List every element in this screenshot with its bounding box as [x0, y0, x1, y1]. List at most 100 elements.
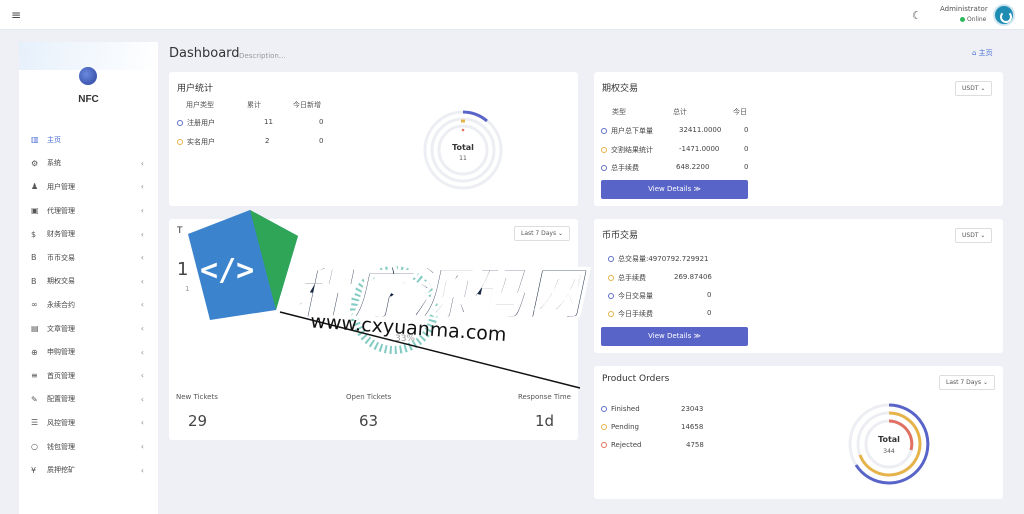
list-item: 总手续费 — [608, 273, 646, 283]
row-today: 0 — [744, 126, 749, 134]
tickets-progress-ring: 33% — [350, 266, 438, 354]
chevron-left-icon: ‹ — [140, 442, 144, 452]
list-item-value: 269.87406 — [674, 273, 712, 281]
row-type: 总手续费 — [611, 164, 639, 172]
row-today: 0 — [744, 163, 749, 171]
sidebar-item[interactable]: ∞ 永续合约 ‹ — [19, 293, 158, 317]
sidebar-item[interactable]: ▥ 主页 — [19, 128, 158, 152]
avatar[interactable] — [993, 4, 1015, 26]
new-tickets-label: New Tickets — [176, 393, 218, 401]
currency-select[interactable]: USDT ⌄ — [955, 228, 993, 243]
sidebar-item[interactable]: ¥ 质押挖矿 ‹ — [19, 458, 158, 482]
chevron-left-icon: ‹ — [140, 347, 144, 357]
row-total: -1471.0000 — [679, 145, 720, 153]
tickets-title: T — [177, 226, 183, 236]
chevron-left-icon: ‹ — [140, 229, 144, 239]
sidebar-item[interactable]: ≡ 首页管理 ‹ — [19, 364, 158, 388]
keyboard-icon: ▤ — [31, 324, 39, 334]
list-item-value: 4758 — [686, 441, 704, 449]
orders-total-donut: Total 344 — [848, 403, 930, 485]
sidebar-item-label: 主页 — [47, 135, 61, 144]
row-type: 注册用户 — [187, 119, 215, 127]
col-header-type: 用户类型 — [186, 101, 214, 109]
sidebar-item-label: 首页管理 — [47, 371, 75, 380]
row-total: 11 — [264, 118, 273, 126]
list-item-value: 0 — [707, 309, 712, 317]
options-view-details-button[interactable]: View Details ≫ — [601, 180, 748, 199]
spot-view-details-button[interactable]: View Details ≫ — [601, 327, 748, 346]
response-time-value: 1d — [535, 412, 555, 430]
list-item-label: Rejected — [611, 441, 642, 449]
currency-select-value: USDT — [962, 85, 979, 92]
chevron-left-icon: ‹ — [140, 300, 144, 310]
response-time-label: Response Time — [518, 393, 571, 401]
sidebar-item[interactable]: ○ 钱包管理 ‹ — [19, 435, 158, 459]
sidebar-item[interactable]: ⚙ 系统 ‹ — [19, 152, 158, 176]
sidebar-item[interactable]: ✎ 配置管理 ‹ — [19, 388, 158, 412]
series-marker-icon — [601, 165, 607, 171]
breadcrumb[interactable]: ⌂ 主页 — [972, 48, 993, 58]
row-today: 0 — [319, 137, 324, 145]
series-marker-icon — [608, 311, 614, 317]
series-marker-icon — [601, 128, 607, 134]
user-icon: ♟ — [31, 182, 39, 192]
sidebar-item[interactable]: B 期权交易 ‹ — [19, 270, 158, 294]
open-tickets-label: Open Tickets — [346, 393, 392, 401]
col-header-total: 总计 — [673, 108, 687, 116]
dark-mode-icon[interactable]: ☾ — [912, 9, 922, 22]
sidebar-item-label: 用户管理 — [47, 182, 75, 191]
list-item-text: 总手续费 — [618, 274, 646, 282]
series-marker-icon — [177, 120, 183, 126]
col-header-today: 今日 — [733, 108, 747, 116]
list-item-text: 今日手续费 — [618, 310, 653, 318]
sidebar-item-label: 质押挖矿 — [47, 466, 75, 475]
online-dot-icon — [960, 17, 965, 22]
lifebuoy-icon: ⊕ — [31, 347, 38, 357]
chevron-left-icon: ‹ — [140, 371, 144, 381]
row-type: 实名用户 — [187, 138, 215, 146]
period-select[interactable]: Last 7 Days ⌄ — [939, 375, 996, 390]
menu-toggle-icon[interactable]: ≡ — [11, 8, 21, 22]
row-type: 交割结果统计 — [611, 146, 653, 154]
row-total: 648.2200 — [676, 163, 710, 171]
user-name: Administrator — [940, 5, 988, 13]
brand-logo-icon — [79, 67, 97, 85]
row-total: 2 — [265, 137, 270, 145]
dollar-icon: $ — [31, 229, 37, 239]
sidebar-item[interactable]: ♟ 用户管理 ‹ — [19, 175, 158, 199]
col-header-today: 今日新增 — [293, 101, 321, 109]
chevron-left-icon: ‹ — [140, 206, 144, 216]
list-item: Pending — [601, 423, 639, 431]
sidebar-item[interactable]: ▣ 代理管理 ‹ — [19, 199, 158, 223]
breadcrumb-home[interactable]: 主页 — [979, 49, 993, 57]
table-row: 用户总下单量 — [601, 126, 653, 136]
sidebar-item-label: 币币交易 — [47, 253, 75, 262]
yen-icon: ¥ — [31, 465, 37, 475]
orders-card: Product Orders Last 7 Days ⌄ Finished 23… — [594, 366, 1003, 499]
series-marker-icon — [608, 293, 614, 299]
options-card: 期权交易 USDT ⌄ 类型 总计 今日 用户总下单量 32411.0000 0… — [594, 72, 1003, 206]
list-item: 今日交易量 — [608, 291, 653, 301]
sidebar-item[interactable]: $ 财务管理 ‹ — [19, 222, 158, 246]
page-description: Description... — [239, 52, 286, 60]
sidebar-item[interactable]: B 币币交易 ‹ — [19, 246, 158, 270]
period-select[interactable]: Last 7 Days ⌄ — [514, 226, 571, 241]
sidebar-item[interactable]: ⊕ 申购管理 ‹ — [19, 340, 158, 364]
list-item-value: 14658 — [681, 423, 704, 431]
table-row: 实名用户 — [177, 137, 215, 147]
sidebar-item-label: 申购管理 — [47, 348, 75, 357]
bitcoin-icon: B — [31, 276, 37, 286]
currency-select[interactable]: USDT ⌄ — [955, 81, 993, 96]
list-item: Rejected — [601, 441, 641, 449]
sidebar-item[interactable]: ☰ 风控管理 ‹ — [19, 411, 158, 435]
chevron-left-icon: ‹ — [140, 182, 144, 192]
table-row: 总手续费 — [601, 163, 639, 173]
sidebar-item-label: 文章管理 — [47, 324, 75, 333]
series-marker-icon — [601, 442, 607, 448]
list-item-text: 总交易量:4970792.729921 — [618, 255, 709, 263]
tickets-total-label: 1 — [185, 285, 190, 293]
sidebar-item-label: 期权交易 — [47, 277, 75, 286]
sidebar-header-decoration — [19, 42, 158, 70]
sidebar-item-label: 风控管理 — [47, 418, 75, 427]
sidebar-item[interactable]: ▤ 文章管理 ‹ — [19, 317, 158, 341]
